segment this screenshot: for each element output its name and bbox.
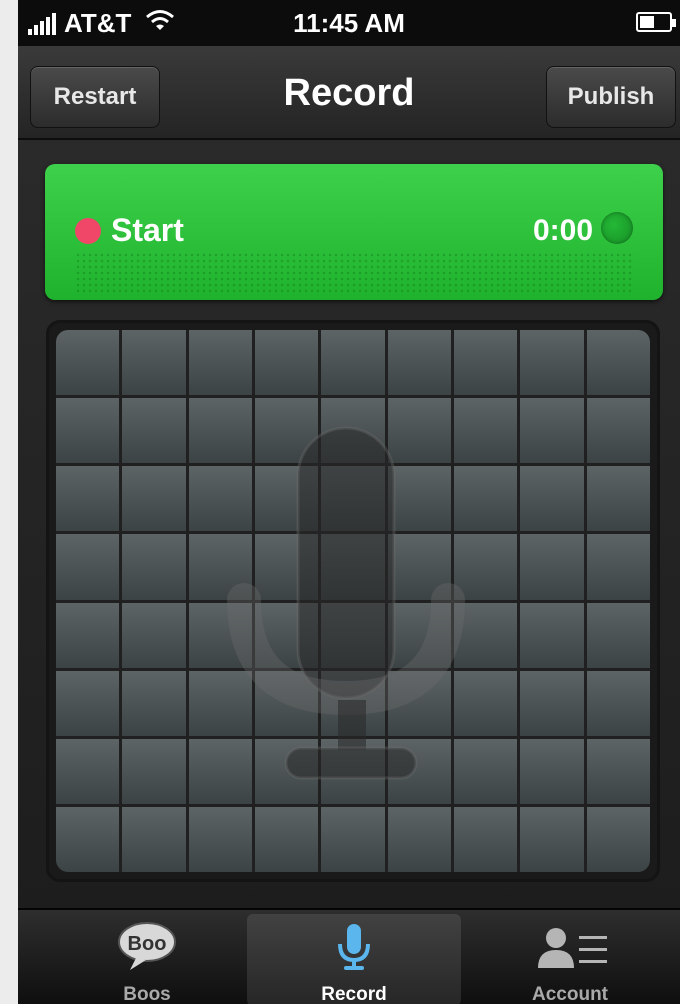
visualizer-cell: [254, 670, 319, 736]
visualizer-cell: [188, 398, 252, 464]
visualizer-cell: [586, 670, 650, 736]
visualizer-cell: [321, 398, 385, 464]
tab-bar: Boo Boos Record Account: [18, 908, 680, 1004]
tab-record[interactable]: Record: [247, 914, 461, 1004]
visualizer-cell: [453, 330, 518, 396]
visualizer-cell: [520, 806, 584, 872]
visualizer-cell: [188, 670, 252, 736]
visualizer-grid: [56, 330, 650, 872]
visualizer-cell: [122, 330, 186, 396]
visualizer-cell: [453, 398, 518, 464]
visualizer-cell: [387, 534, 451, 600]
visualizer-cell: [122, 670, 186, 736]
visualizer-cell: [321, 534, 385, 600]
visualizer-cell: [122, 398, 186, 464]
visualizer-cell: [586, 602, 650, 668]
visualizer-cell: [56, 670, 120, 736]
visualizer-cell: [586, 534, 650, 600]
visualizer-cell: [56, 738, 120, 804]
phone-screen: AT&T 11:45 AM Restart Record Publish Sta…: [18, 0, 680, 1004]
visualizer-cell: [254, 330, 319, 396]
visualizer-cell: [122, 602, 186, 668]
boo-bubble-icon: Boo: [40, 922, 254, 972]
visualizer-cell: [254, 398, 319, 464]
visualizer-cell: [122, 534, 186, 600]
visualizer-cell: [387, 466, 451, 532]
visualizer-cell: [586, 466, 650, 532]
tab-label: Account: [532, 984, 608, 1004]
visualizer-cell: [122, 466, 186, 532]
visualizer-cell: [520, 670, 584, 736]
visualizer-cell: [122, 806, 186, 872]
visualizer-cell: [188, 806, 252, 872]
visualizer-cell: [254, 534, 319, 600]
visualizer-cell: [387, 738, 451, 804]
record-dot-icon: [75, 218, 101, 244]
level-meter: [75, 252, 633, 296]
visualizer-cell: [188, 534, 252, 600]
tab-boos[interactable]: Boo Boos: [40, 914, 254, 1004]
audio-visualizer: [46, 320, 660, 882]
visualizer-cell: [520, 534, 584, 600]
visualizer-cell: [387, 806, 451, 872]
status-time: 11:45 AM: [293, 8, 405, 38]
visualizer-cell: [586, 738, 650, 804]
publish-button[interactable]: Publish: [546, 66, 676, 128]
visualizer-cell: [188, 738, 252, 804]
visualizer-cell: [56, 398, 120, 464]
visualizer-cell: [387, 602, 451, 668]
visualizer-cell: [254, 602, 319, 668]
visualizer-cell: [188, 602, 252, 668]
visualizer-cell: [453, 806, 518, 872]
visualizer-cell: [321, 466, 385, 532]
visualizer-cell: [254, 738, 319, 804]
visualizer-cell: [321, 602, 385, 668]
tab-label: Boos: [123, 984, 171, 1004]
visualizer-cell: [586, 330, 650, 396]
visualizer-cell: [254, 806, 319, 872]
visualizer-cell: [453, 466, 518, 532]
visualizer-cell: [453, 602, 518, 668]
visualizer-cell: [387, 330, 451, 396]
status-bar: AT&T 11:45 AM: [18, 0, 680, 46]
tab-account[interactable]: Account: [463, 914, 677, 1004]
record-action-label: Start: [111, 212, 184, 248]
visualizer-cell: [321, 330, 385, 396]
visualizer-cell: [56, 466, 120, 532]
visualizer-cell: [387, 670, 451, 736]
visualizer-cell: [520, 466, 584, 532]
visualizer-cell: [586, 806, 650, 872]
visualizer-cell: [520, 398, 584, 464]
visualizer-cell: [321, 670, 385, 736]
visualizer-cell: [586, 398, 650, 464]
visualizer-cell: [56, 602, 120, 668]
visualizer-cell: [254, 466, 319, 532]
boo-logo-text: Boo: [128, 933, 167, 955]
visualizer-cell: [520, 602, 584, 668]
visualizer-cell: [56, 330, 120, 396]
visualizer-cell: [188, 466, 252, 532]
visualizer-cell: [453, 534, 518, 600]
visualizer-cell: [453, 670, 518, 736]
visualizer-cell: [520, 330, 584, 396]
record-content: Start 0:00: [18, 140, 680, 908]
visualizer-cell: [321, 806, 385, 872]
visualizer-cell: [56, 534, 120, 600]
navigation-bar: Restart Record Publish: [18, 46, 680, 140]
account-list-icon: [463, 922, 677, 972]
visualizer-cell: [188, 330, 252, 396]
start-record-button[interactable]: Start 0:00: [45, 164, 663, 300]
microphone-icon: [247, 922, 461, 972]
visualizer-cell: [520, 738, 584, 804]
visualizer-cell: [387, 398, 451, 464]
elapsed-time: 0:00: [532, 214, 593, 247]
visualizer-cell: [122, 738, 186, 804]
record-indicator-light: [601, 212, 633, 244]
tab-label: Record: [321, 984, 387, 1004]
visualizer-cell: [453, 738, 518, 804]
visualizer-cell: [321, 738, 385, 804]
battery-icon: [636, 12, 676, 32]
visualizer-cell: [56, 806, 120, 872]
